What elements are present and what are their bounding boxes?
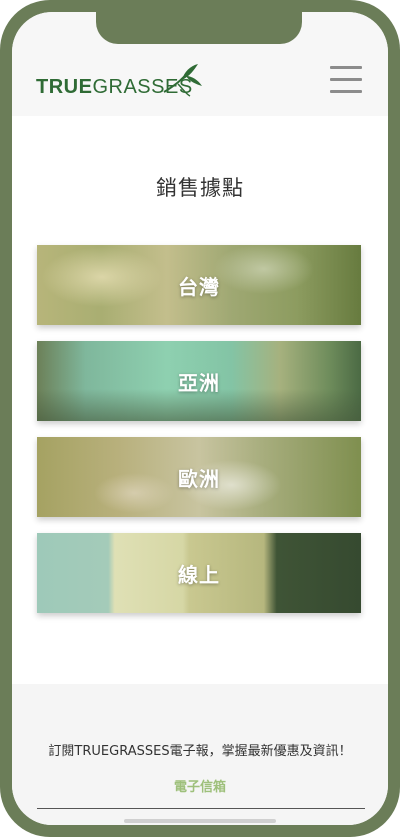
region-card-online[interactable]: 線上 (37, 533, 361, 613)
region-card-europe[interactable]: 歐洲 (37, 437, 361, 517)
logo-bold-text: TRUE (36, 76, 93, 98)
sales-locations-section: 銷售據點 台灣 亞洲 歐洲 線上 (12, 116, 388, 684)
region-card-label: 歐洲 (178, 466, 220, 491)
home-indicator (124, 819, 276, 823)
email-field-label: 電子信箱 (173, 780, 226, 795)
region-card-label: 線上 (178, 562, 220, 587)
newsletter-footer: 訂閱TRUEGRASSES電子報，掌握最新優惠及資訊！ 電子信箱 (12, 684, 388, 825)
region-card-taiwan[interactable]: 台灣 (37, 245, 361, 325)
region-card-label: 亞洲 (178, 370, 220, 395)
phone-frame: TRUEGRASSES 銷售據點 台灣 亞洲 歐洲 線上 訂閱TRUEGRASS… (0, 0, 400, 837)
menu-line (330, 90, 362, 93)
device-notch (96, 12, 302, 44)
email-field[interactable] (37, 794, 365, 809)
menu-line (330, 66, 362, 69)
hamburger-menu-icon[interactable] (330, 66, 362, 96)
region-card-label: 台灣 (178, 274, 220, 299)
newsletter-subscribe-text: 訂閱TRUEGRASSES電子報，掌握最新優惠及資訊！ (48, 744, 352, 759)
menu-line (330, 78, 362, 81)
region-card-asia[interactable]: 亞洲 (37, 341, 361, 421)
screen: TRUEGRASSES 銷售據點 台灣 亞洲 歐洲 線上 訂閱TRUEGRASS… (12, 12, 388, 825)
leaf-icon (163, 64, 202, 97)
page-title: 銷售據點 (156, 176, 244, 200)
